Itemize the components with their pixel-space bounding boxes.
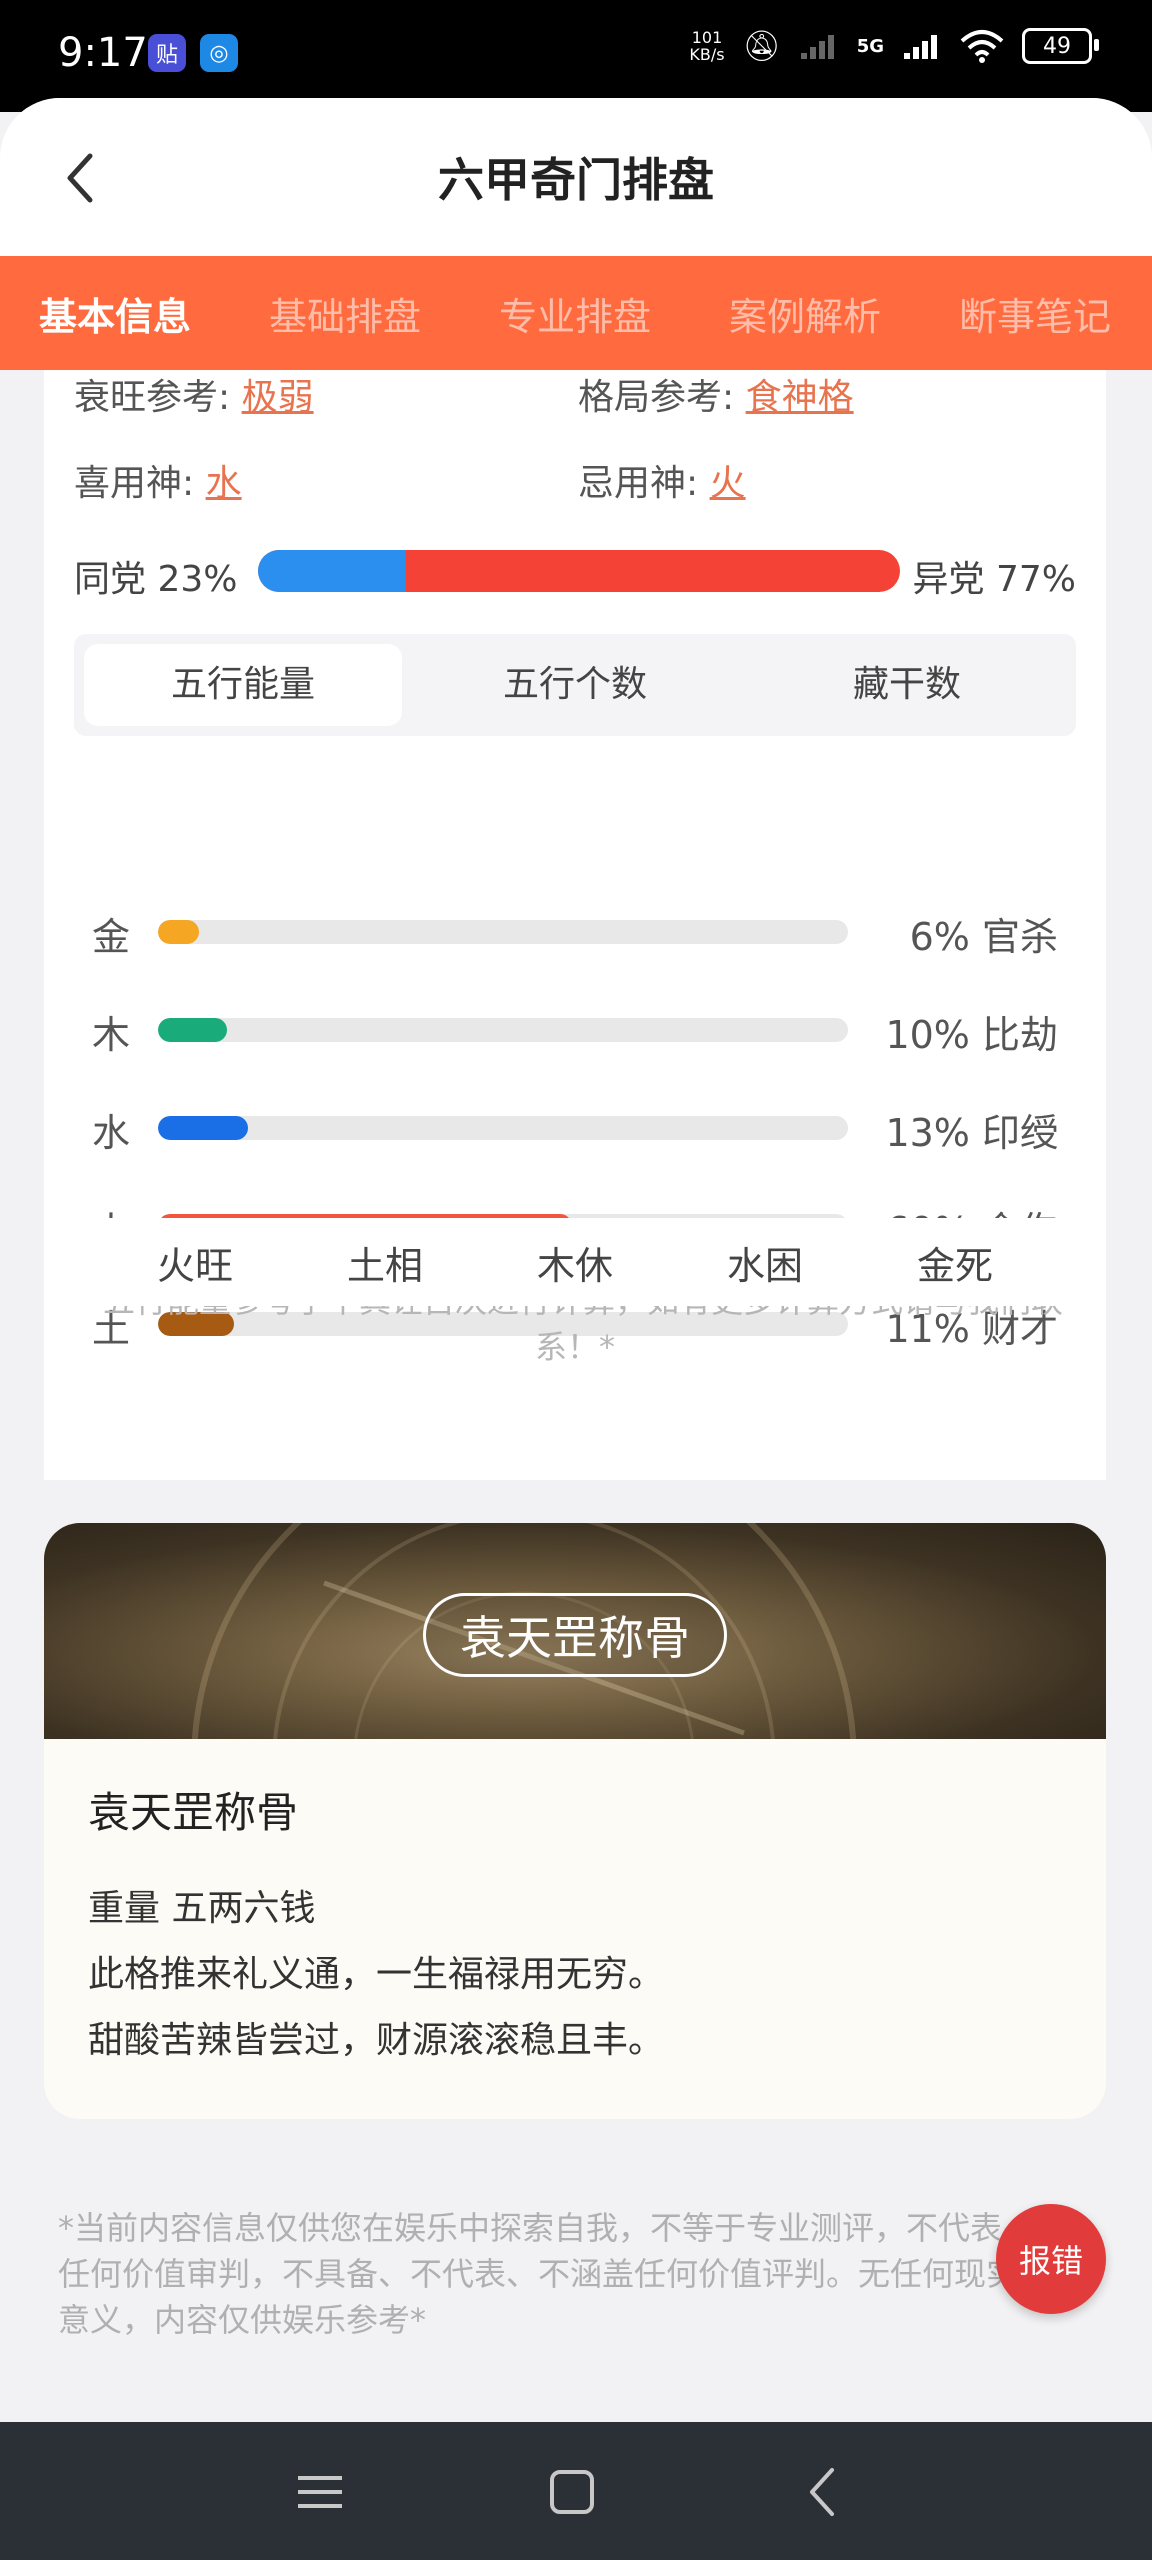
segment-element-count[interactable]: 五行个数 <box>416 644 734 726</box>
status-bar: 9:17 贴 ◎ 101 KB/s 🔕︎ 5G 49 <box>0 0 1152 112</box>
header: 六甲奇门排盘 <box>0 98 1152 256</box>
banner-title: 袁天罡称骨 <box>423 1593 727 1677</box>
tab-pro-chart[interactable]: 专业排盘 <box>460 286 690 341</box>
strength-value-link[interactable]: 极弱 <box>242 377 314 418</box>
battery-indicator: 49 <box>1022 28 1099 64</box>
element-percentage: 10% 比劫 <box>885 1013 1058 1057</box>
bone-title: 袁天罡称骨 <box>88 1788 299 1837</box>
strength-reference: 衰旺参考: 极弱 <box>74 368 314 420</box>
bone-body: 袁天罡称骨 重量 五两六钱 此格推来礼义通，一生福禄用无穷。 甜酸苦辣皆尝过，财… <box>44 1739 1106 2114</box>
same-party-label: 同党 23% <box>74 559 238 600</box>
party-ratio: 同党 23% 异党 77% <box>74 546 1076 600</box>
element-bar-track <box>158 920 848 944</box>
tab-basic-info[interactable]: 基本信息 <box>0 286 230 341</box>
disclaimer: *当前内容信息仅供您在娱乐中探索自我，不等于专业测评，不代表任何价值审判，不具备… <box>58 2209 1019 2339</box>
element-row: 木 10% 比劫 <box>44 998 1106 1058</box>
element-bar-track <box>158 1018 848 1042</box>
tab-notes[interactable]: 断事笔记 <box>920 286 1150 341</box>
favorable-value-link[interactable]: 水 <box>206 463 242 504</box>
tab-case-analysis[interactable]: 案例解析 <box>690 286 920 341</box>
element-view-switcher: 五行能量 五行个数 藏干数 <box>74 634 1076 736</box>
pattern-label: 格局参考: <box>578 377 735 418</box>
menu-icon[interactable] <box>290 2462 350 2522</box>
segment-element-energy[interactable]: 五行能量 <box>84 644 402 726</box>
tab-basic-chart[interactable]: 基础排盘 <box>230 286 460 341</box>
page-title: 六甲奇门排盘 <box>438 153 714 207</box>
signal-weak-icon <box>800 35 834 59</box>
element-bar-track <box>158 1116 848 1140</box>
signal-strong-icon <box>904 35 937 59</box>
same-party-fill <box>258 550 406 592</box>
pattern-reference: 格局参考: 食神格 <box>578 368 854 420</box>
unfavorable-value-link[interactable]: 火 <box>710 463 746 504</box>
status-indicators: 101 KB/s 🔕︎ 5G 49 <box>689 28 1099 64</box>
season-wood: 木休 <box>536 1243 613 1288</box>
unfavorable-label: 忌用神: <box>578 463 699 504</box>
diff-party-label: 异党 77% <box>912 559 1076 600</box>
element-bar-fill <box>158 1018 227 1042</box>
party-bar <box>258 550 900 592</box>
bell-muted-icon: 🔕︎ <box>742 28 781 64</box>
element-row: 金 6% 官杀 <box>44 900 1106 960</box>
favorable-god: 喜用神: 水 <box>74 454 242 506</box>
report-error-button[interactable]: 报错 <box>996 2204 1106 2314</box>
tieba-app-icon: 贴 <box>148 34 186 72</box>
element-row: 水 13% 印绶 <box>44 1096 1106 1156</box>
unfavorable-god: 忌用神: 火 <box>578 454 746 506</box>
system-nav-bar <box>0 2422 1152 2560</box>
season-water: 水困 <box>726 1243 803 1288</box>
net-speed: 101 KB/s <box>689 29 724 63</box>
bone-poem-line-1: 此格推来礼义通，一生福禄用无穷。 <box>88 1954 665 1995</box>
season-fire: 火旺 <box>156 1243 233 1288</box>
pattern-value-link[interactable]: 食神格 <box>746 377 854 418</box>
season-metal: 金死 <box>916 1243 993 1288</box>
element-percentage: 13% 印绶 <box>885 1111 1058 1155</box>
five-elements-card: 衰旺参考: 极弱 格局参考: 食神格 喜用神: 水 忌用神: 火 同党 23% … <box>44 370 1106 1480</box>
season-states: 火旺 土相 木休 水困 金死 <box>44 1218 1106 1306</box>
segment-hidden-stems[interactable]: 藏干数 <box>748 644 1066 726</box>
net-speed-unit: KB/s <box>689 45 725 64</box>
bone-banner: 袁天罡称骨 <box>44 1523 1106 1739</box>
battery-level: 49 <box>1043 33 1071 59</box>
bone-poem-line-2: 甜酸苦辣皆尝过，财源滚滚稳且丰。 <box>88 2020 665 2061</box>
compass-app-icon: ◎ <box>200 34 238 72</box>
element-name: 木 <box>92 1013 131 1057</box>
strength-label: 衰旺参考: <box>74 377 231 418</box>
back-nav-icon[interactable] <box>794 2462 854 2522</box>
network-type: 5G <box>856 35 884 57</box>
season-earth: 土相 <box>346 1243 423 1288</box>
element-bar-fill <box>158 920 200 944</box>
status-time: 9:17 <box>58 30 148 76</box>
element-name: 金 <box>92 915 131 959</box>
net-speed-value: 101 <box>691 28 723 47</box>
app-screen: 六甲奇门排盘 基本信息 基础排盘 专业排盘 案例解析 断事笔记 衰旺参考: 极弱… <box>0 98 1152 2422</box>
favorable-label: 喜用神: <box>74 463 195 504</box>
element-bar-fill <box>158 1116 248 1140</box>
element-name: 水 <box>92 1111 131 1155</box>
wifi-icon <box>960 30 1004 63</box>
bone-weight-card: 袁天罡称骨 袁天罡称骨 重量 五两六钱 此格推来礼义通，一生福禄用无穷。 甜酸苦… <box>44 1523 1106 2119</box>
home-icon[interactable] <box>542 2462 602 2522</box>
tab-bar: 基本信息 基础排盘 专业排盘 案例解析 断事笔记 <box>0 256 1152 370</box>
bone-weight: 重量 五两六钱 <box>88 1888 316 1929</box>
element-percentage: 6% 官杀 <box>909 915 1058 959</box>
